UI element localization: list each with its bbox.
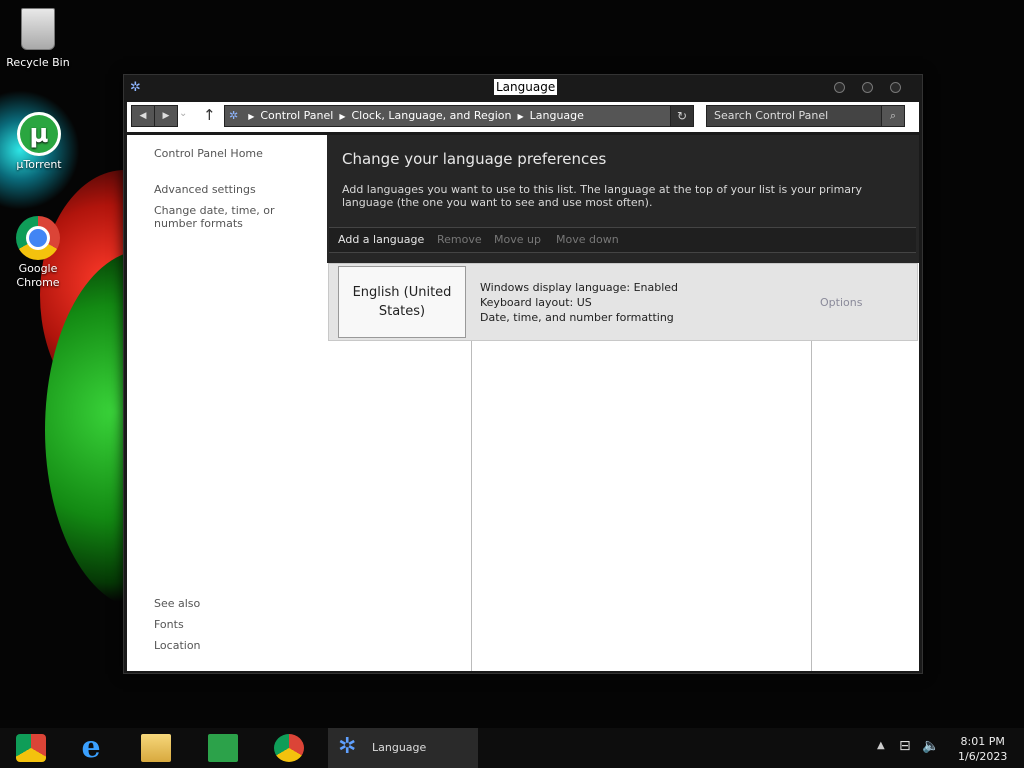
window-title: Language bbox=[494, 79, 558, 95]
page-description: Add languages you want to use to this li… bbox=[342, 183, 863, 209]
navigation-bar: ◀ ▶ ⌄ ↑ ✲ ▶ Control Panel ▶ Clock, Language,… bbox=[127, 102, 919, 132]
language-name: English (United States) bbox=[352, 285, 452, 319]
taskbar-chrome[interactable] bbox=[258, 728, 318, 768]
address-bar[interactable]: ✲ ▶ Control Panel ▶ Clock, Language, and Reg… bbox=[224, 105, 692, 127]
minimize-button[interactable] bbox=[834, 82, 845, 93]
keyboard-layout: Keyboard layout: US bbox=[480, 296, 592, 309]
utorrent-icon: µ bbox=[17, 112, 61, 156]
store-icon bbox=[208, 734, 238, 762]
main-content: Change your language preferences Add lan… bbox=[327, 135, 919, 671]
breadcrumb-separator-icon: ▶ bbox=[339, 112, 346, 121]
breadcrumb-separator-icon: ▶ bbox=[248, 112, 255, 121]
volume-muted-icon[interactable]: 🔈 bbox=[922, 738, 939, 754]
move-up-button[interactable]: Move up bbox=[494, 233, 541, 246]
move-down-button[interactable]: Move down bbox=[556, 233, 619, 246]
up-arrow-icon[interactable]: ↑ bbox=[203, 106, 216, 124]
options-link[interactable]: Options bbox=[820, 296, 862, 309]
advanced-settings-link[interactable]: Advanced settings bbox=[154, 183, 256, 196]
recent-locations-chevron-icon[interactable]: ⌄ bbox=[179, 108, 187, 119]
language-list: English (United States) Windows display … bbox=[327, 263, 919, 671]
location-link[interactable]: Location bbox=[154, 639, 201, 652]
language-details: Windows display language: Enabled Keyboa… bbox=[480, 280, 678, 325]
breadcrumb-language[interactable]: Language bbox=[530, 109, 584, 122]
search-icon[interactable]: ⌕ bbox=[881, 105, 905, 127]
internet-explorer-icon: e bbox=[81, 730, 101, 765]
fonts-link[interactable]: Fonts bbox=[154, 618, 184, 631]
remove-button[interactable]: Remove bbox=[437, 233, 482, 246]
title-bar[interactable]: ✲ Language bbox=[124, 75, 922, 101]
language-app-icon: ✲ bbox=[130, 80, 141, 95]
search-input[interactable]: Search Control Panel bbox=[706, 105, 891, 127]
page-title: Change your language preferences bbox=[342, 150, 607, 168]
desktop-icon-label: µTorrent bbox=[16, 158, 62, 171]
back-button[interactable]: ◀ bbox=[131, 105, 155, 127]
content-header: Change your language preferences Add lan… bbox=[327, 135, 919, 263]
chrome-icon bbox=[274, 734, 304, 762]
control-panel-icon: ✲ bbox=[229, 109, 239, 122]
taskbar-store[interactable] bbox=[192, 728, 252, 768]
clock[interactable]: 8:01 PM 1/6/2023 bbox=[958, 734, 1007, 764]
refresh-icon[interactable]: ↻ bbox=[670, 105, 694, 127]
add-language-button[interactable]: Add a language bbox=[338, 233, 424, 246]
date-time-formatting: Date, time, and number formatting bbox=[480, 311, 674, 324]
taskbar-window-label: Language bbox=[372, 741, 427, 754]
change-date-time-formats-link[interactable]: Change date, time, or number formats bbox=[154, 204, 314, 230]
taskbar-file-explorer[interactable] bbox=[125, 728, 185, 768]
close-button[interactable] bbox=[890, 82, 901, 93]
see-also-heading: See also bbox=[154, 597, 201, 610]
display-language-status: Windows display language: Enabled bbox=[480, 281, 679, 294]
taskbar-language-window[interactable]: ✲ Language bbox=[328, 728, 478, 768]
show-hidden-icons-chevron-icon[interactable]: ▲ bbox=[877, 740, 885, 751]
control-panel-home-link[interactable]: Control Panel Home bbox=[154, 147, 263, 160]
language-window: ✲ Language ◀ ▶ ⌄ ↑ ✲ ▶ Control Panel ▶ Clock… bbox=[123, 74, 923, 674]
taskbar-chrome-alt[interactable] bbox=[0, 728, 60, 768]
desktop-icon-label: Recycle Bin bbox=[6, 56, 70, 69]
left-pane: Control Panel Home Advanced settings Cha… bbox=[127, 135, 327, 671]
chrome-alt-icon bbox=[16, 734, 46, 762]
language-toolbar: Add a language Remove Move up Move down bbox=[329, 227, 916, 253]
folder-icon bbox=[141, 734, 171, 762]
language-app-icon: ✲ bbox=[338, 734, 357, 759]
clock-date: 1/6/2023 bbox=[958, 750, 1008, 763]
language-name-tile[interactable]: English (United States) bbox=[338, 266, 466, 338]
language-row[interactable]: English (United States) Windows display … bbox=[328, 263, 918, 341]
forward-button[interactable]: ▶ bbox=[154, 105, 178, 127]
taskbar-internet-explorer[interactable]: e bbox=[60, 728, 120, 768]
breadcrumb-control-panel[interactable]: Control Panel bbox=[260, 109, 333, 122]
chrome-icon bbox=[16, 216, 60, 260]
breadcrumb-separator-icon: ▶ bbox=[517, 112, 524, 121]
network-icon[interactable]: ⊟ bbox=[899, 738, 911, 754]
taskbar: e ✲ Language ▲ ⊟ 🔈 8:01 PM 1/6/2023 bbox=[0, 728, 1024, 768]
desktop-icon-chrome[interactable]: Google Chrome bbox=[0, 216, 76, 290]
desktop-icon-label: Google Chrome bbox=[16, 262, 60, 289]
desktop-icon-utorrent[interactable]: µ µTorrent bbox=[1, 112, 77, 172]
recycle-bin-icon bbox=[21, 8, 55, 50]
maximize-button[interactable] bbox=[862, 82, 873, 93]
clock-time: 8:01 PM bbox=[960, 735, 1005, 748]
breadcrumb-clock-language-region[interactable]: Clock, Language, and Region bbox=[351, 109, 511, 122]
desktop-icon-recycle-bin[interactable]: Recycle Bin bbox=[0, 8, 76, 70]
